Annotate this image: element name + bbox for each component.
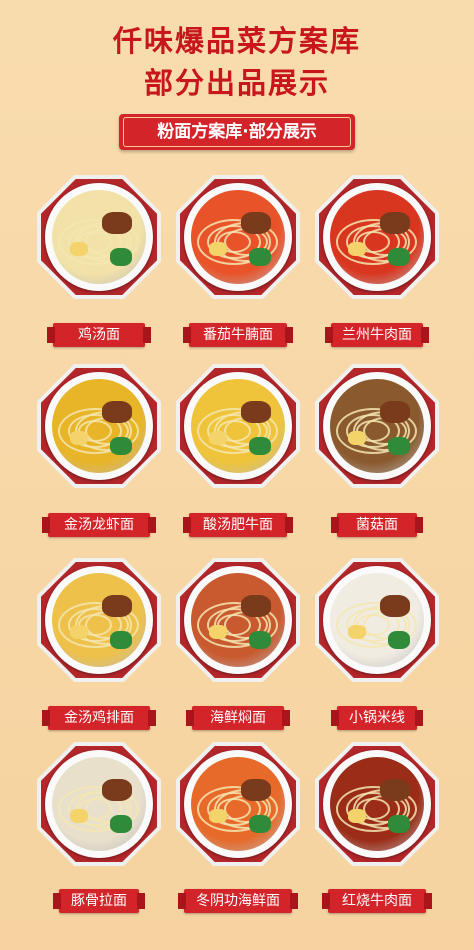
dish-name-label: 冬阴功海鲜面: [178, 889, 298, 913]
dish-card[interactable]: [315, 558, 439, 682]
page-title: 仟味爆品菜方案库: [112, 24, 361, 58]
dish-card[interactable]: [37, 364, 161, 488]
dish-card[interactable]: [37, 742, 161, 866]
section-ribbon: 粉面方案库·部分展示: [105, 114, 369, 150]
dish-photo: [184, 372, 292, 480]
dish-name-label: 酸汤肥牛面: [183, 513, 293, 537]
dish-name-label: 海鲜焖面: [186, 706, 290, 730]
dish-photo: [45, 566, 153, 674]
dish-photo: [184, 566, 292, 674]
dish-photo: [184, 183, 292, 291]
dish-card[interactable]: [176, 558, 300, 682]
dish-name-label: 红烧牛肉面: [322, 889, 432, 913]
dish-photo: [323, 183, 431, 291]
dish-photo: [184, 750, 292, 858]
dish-photo: [323, 372, 431, 480]
dish-name-label: 菌菇面: [331, 513, 423, 537]
dish-photo: [323, 566, 431, 674]
dish-card[interactable]: [176, 742, 300, 866]
page-subtitle: 部分出品展示: [143, 66, 330, 100]
dish-name-label: 金汤鸡排面: [42, 706, 156, 730]
dish-photo: [45, 372, 153, 480]
dish-card[interactable]: [315, 742, 439, 866]
dish-card[interactable]: [37, 175, 161, 299]
dish-card[interactable]: [176, 175, 300, 299]
dish-photo: [45, 183, 153, 291]
dish-card[interactable]: [315, 364, 439, 488]
dish-name-label: 金汤龙虾面: [42, 513, 156, 537]
dish-photo: [45, 750, 153, 858]
dish-card[interactable]: [37, 558, 161, 682]
dish-name-label: 豚骨拉面: [53, 889, 145, 913]
dish-name-label: 番茄牛腩面: [183, 323, 293, 347]
dish-name-label: 兰州牛肉面: [325, 323, 429, 347]
dish-name-label: 鸡汤面: [47, 323, 151, 347]
dish-card[interactable]: [315, 175, 439, 299]
dish-card[interactable]: [176, 364, 300, 488]
dish-photo: [323, 750, 431, 858]
dish-name-label: 小锅米线: [331, 706, 423, 730]
